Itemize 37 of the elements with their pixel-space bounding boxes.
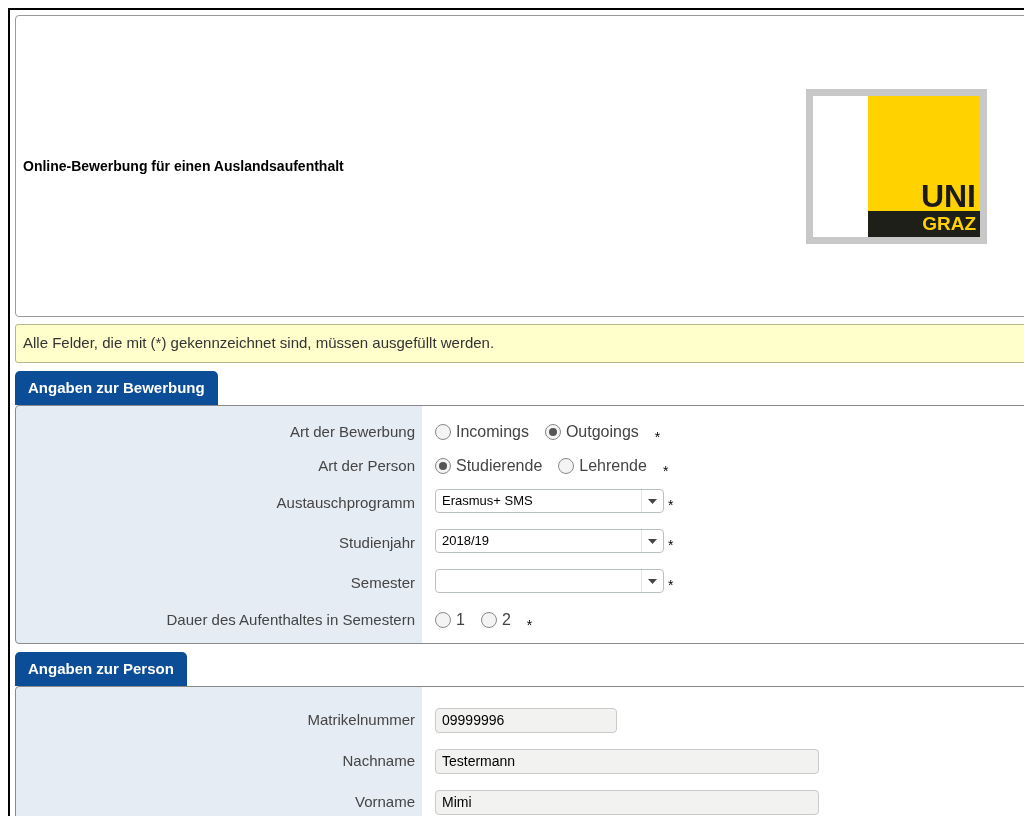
notice-bar: Alle Felder, die mit (*) gekennzeichnet sind, müssen ausgefüllt werden. xyxy=(15,324,1024,363)
radio-option[interactable]: 2 xyxy=(480,608,511,632)
required-mark: * xyxy=(668,496,674,515)
field-label: Art der Person xyxy=(318,455,415,476)
field-label: Nachname xyxy=(342,751,415,772)
radio-button[interactable] xyxy=(435,458,451,474)
dropdown[interactable] xyxy=(435,569,664,593)
radio-button[interactable] xyxy=(558,458,575,474)
field-label: Matrikelnummer xyxy=(307,710,415,731)
field-label: Vorname xyxy=(354,792,415,813)
logo-text: GRAZ xyxy=(868,210,980,237)
radio-option[interactable]: Lehrende xyxy=(558,454,647,478)
field-label: Dauer des Aufenthaltes in Semestern xyxy=(166,609,415,630)
input-field[interactable]: Mimi xyxy=(435,790,819,815)
radio-button[interactable] xyxy=(435,424,451,440)
field-label: Art der Bewerbung xyxy=(289,421,415,442)
input-field[interactable]: Testermann xyxy=(435,749,819,774)
required-mark: * xyxy=(668,536,674,555)
required-mark: * xyxy=(662,462,669,481)
radio-option[interactable]: Incomings xyxy=(435,420,529,444)
radio-button[interactable] xyxy=(480,612,497,628)
logo-text: UNI xyxy=(920,180,977,211)
radio-option[interactable]: Outgoings xyxy=(544,420,639,444)
radio-button[interactable] xyxy=(544,424,561,440)
radio-option[interactable]: 1 xyxy=(435,608,465,632)
dropdown[interactable]: Erasmus+ SMS xyxy=(435,489,664,513)
required-mark: * xyxy=(526,616,533,635)
required-mark: * xyxy=(654,428,661,447)
page-title: Online-Bewerbung für einen Auslandsaufenthalt xyxy=(23,156,345,176)
field-label: Austauschprogramm xyxy=(276,492,415,513)
field-label: Studienjahr xyxy=(339,532,415,553)
field-label: Semester xyxy=(350,572,415,593)
required-mark: * xyxy=(668,576,674,595)
radio-option[interactable]: Studierende xyxy=(435,454,543,478)
dropdown[interactable]: 2018/19 xyxy=(435,529,664,553)
radio-button[interactable] xyxy=(435,612,451,628)
input-field[interactable]: 09999996 xyxy=(435,708,617,733)
